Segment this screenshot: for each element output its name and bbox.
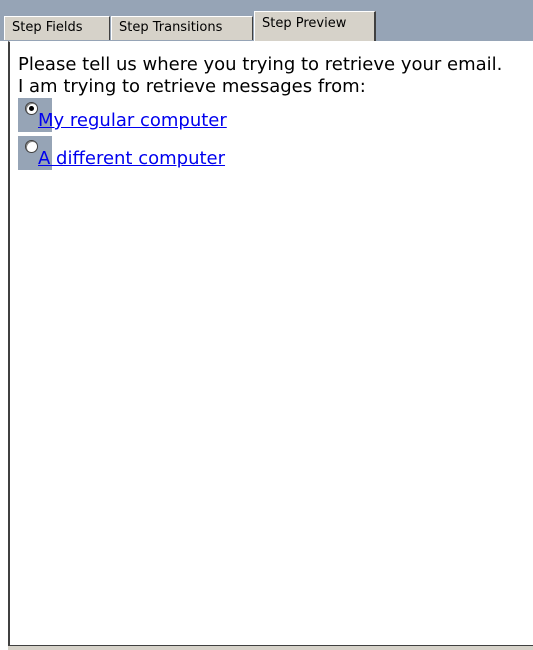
option-link-different-computer[interactable]: A different computer: [38, 148, 225, 170]
preview-subprompt: I am trying to retrieve messages from:: [18, 76, 366, 97]
tab-step-preview[interactable]: Step Preview: [254, 11, 376, 41]
panel-bottom-border: [8, 645, 533, 650]
tab-step-fields[interactable]: Step Fields: [4, 16, 110, 40]
preview-content: Please tell us where you trying to retri…: [18, 54, 523, 174]
step-preview-panel: Please tell us where you trying to retri…: [8, 41, 533, 650]
radio-dot: [29, 106, 34, 111]
option-regular-computer[interactable]: My regular computer: [18, 98, 523, 136]
radio-checked-icon[interactable]: [25, 102, 38, 115]
preview-prompt: Please tell us where you trying to retri…: [18, 54, 503, 75]
option-different-computer[interactable]: A different computer: [18, 136, 523, 174]
option-link-regular-computer[interactable]: My regular computer: [38, 110, 227, 132]
tab-step-transitions[interactable]: Step Transitions: [111, 16, 253, 40]
radio-unchecked-icon[interactable]: [25, 140, 38, 153]
tab-strip: Step Fields Step Transitions Step Previe…: [0, 0, 533, 41]
step-editor-window: Step Fields Step Transitions Step Previe…: [0, 0, 533, 650]
